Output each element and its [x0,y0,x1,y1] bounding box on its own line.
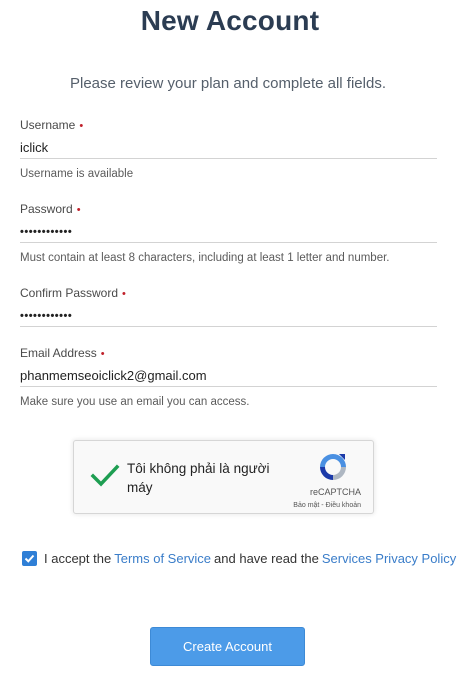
terms-middle: and have read the [214,550,319,566]
terms-of-service-link[interactable]: Terms of Service [114,551,211,566]
email-group: Email Address• Make sure you use an emai… [20,345,437,408]
required-marker: • [100,348,105,360]
privacy-policy-link[interactable]: Services Privacy Policy [322,551,456,566]
email-hint: Make sure you use an email you can acces… [20,396,250,408]
recaptcha-widget: Tôi không phải là người máy reCAPTCHA Bả… [73,440,374,514]
email-label: Email Address • [20,345,437,361]
page-subtitle: Please review your plan and complete all… [69,75,386,92]
email-input[interactable] [20,365,437,387]
password-group: Password• Must contain at least 8 charac… [20,201,437,264]
create-account-button[interactable]: Create Account [150,627,305,666]
recaptcha-logo-icon [317,451,349,483]
recaptcha-label: Tôi không phải là người máy [127,461,270,495]
username-group: Username• Username is available [20,117,437,180]
recaptcha-brand: reCAPTCHA [309,487,361,497]
password-label: Password • [20,201,437,217]
checkbox-check-icon [24,554,35,563]
required-marker: • [122,288,126,300]
recaptcha-links[interactable]: Bảo mật - Điều khoản [293,502,361,509]
username-label-text: Username [20,118,76,132]
confirm-password-label-text: Confirm Password [20,286,119,300]
terms-row: I accept the Terms of Service and have r… [22,549,459,567]
confirm-password-group: Confirm Password • [20,285,437,327]
username-label: Username • [20,117,437,133]
required-marker: • [79,120,84,132]
page-title: New Account [140,5,320,36]
confirm-password-input[interactable] [20,305,437,327]
confirm-password-label: Confirm Password • [20,285,437,301]
terms-prefix: I accept the [44,550,112,566]
password-label-text: Password [20,202,73,216]
required-marker: • [76,204,81,216]
email-label-text: Email Address [20,346,97,360]
password-input[interactable] [20,221,437,243]
username-hint: Username is available [20,168,134,180]
recaptcha-checkbox[interactable] [90,461,120,491]
terms-checkbox[interactable] [22,550,37,566]
checkmark-icon [90,464,120,487]
password-hint: Must contain at least 8 characters, incl… [20,252,390,264]
username-input[interactable] [20,137,437,159]
